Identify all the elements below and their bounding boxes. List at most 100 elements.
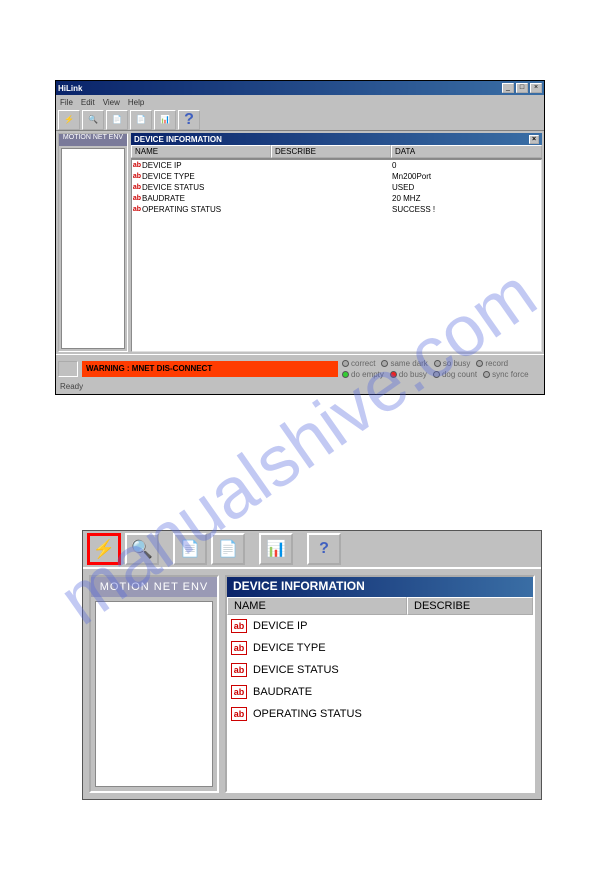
statusbar-icon <box>58 361 78 377</box>
cell-name: DEVICE STATUS <box>253 664 339 676</box>
table-row[interactable]: abBAUDRATE20 MHZ <box>132 193 541 204</box>
cell-name: DEVICE STATUS <box>142 183 272 192</box>
info-body: abDEVICE IP abDEVICE TYPE abDEVICE STATU… <box>227 615 533 791</box>
led-samedark: same dark <box>381 359 427 368</box>
device-info-panel: DEVICE INFORMATION NAME DESCRIBE abDEVIC… <box>225 575 535 793</box>
led-correct: correct <box>342 359 375 368</box>
sidebar-tree[interactable] <box>95 601 213 787</box>
help-button[interactable]: ? <box>178 110 200 130</box>
help-button[interactable]: ? <box>307 533 341 565</box>
question-icon: ? <box>319 540 329 558</box>
table-row[interactable]: abOPERATING STATUS SUCCESS ! <box>132 204 541 215</box>
table-row[interactable]: ab DEVICE IP <box>227 615 533 637</box>
led-dot-icon <box>342 371 349 378</box>
statusbar: WARNING : MNET DIS-CONNECT correct same … <box>56 354 544 382</box>
connect-button[interactable]: ⚡ <box>58 110 80 130</box>
sidebar-header: MOTION NET ENV <box>59 134 127 146</box>
app-window-top: HiLink _ □ × File Edit View Help ⚡ 🔍 📄 📄… <box>55 80 545 395</box>
search-button[interactable]: 🔍 <box>82 110 104 130</box>
magnifier-icon: 🔍 <box>88 115 98 124</box>
minimize-button[interactable]: _ <box>502 83 514 93</box>
app-window-bottom: ⚡ 🔍 📄 📄 📊 ? MOTION NET ENV DEVICE INFORM… <box>82 530 542 800</box>
col-data[interactable]: DATA <box>391 145 542 158</box>
cell-name: DEVICE IP <box>253 620 307 632</box>
question-icon: ? <box>184 111 194 129</box>
col-name[interactable]: NAME <box>227 597 407 615</box>
search-button[interactable]: 🔍 <box>125 533 159 565</box>
info-header: NAME DESCRIBE DATA <box>131 145 542 159</box>
sidebar-tree[interactable] <box>61 148 125 349</box>
cell-name: BAUDRATE <box>253 686 312 698</box>
ab-icon: ab <box>231 685 247 699</box>
tool-btn-5[interactable]: 📊 <box>259 533 293 565</box>
table-row[interactable]: abDEVICE TYPE <box>227 637 533 659</box>
col-describe[interactable]: DESCRIBE <box>271 145 391 158</box>
plug-icon: ⚡ <box>64 115 74 124</box>
cell-data: SUCCESS ! <box>392 205 435 214</box>
led-dot-icon <box>476 360 483 367</box>
titlebar[interactable]: HiLink _ □ × <box>56 81 544 95</box>
client-area: MOTION NET ENV DEVICE INFORMATION NAME D… <box>83 569 541 799</box>
ab-icon: ab <box>231 663 247 677</box>
cell-name: OPERATING STATUS <box>253 708 362 720</box>
menu-file[interactable]: File <box>60 98 73 107</box>
ab-icon: ab <box>231 707 247 721</box>
cell-name: OPERATING STATUS <box>142 205 272 214</box>
led-dot-icon <box>434 360 441 367</box>
table-row[interactable]: ab OPERATING STATUS <box>227 703 533 725</box>
cell-name: DEVICE IP <box>142 161 272 170</box>
led-record: record <box>476 359 508 368</box>
tool-btn-3[interactable]: 📄 <box>173 533 207 565</box>
device-info-panel: DEVICE INFORMATION × NAME DESCRIBE DATA … <box>131 133 542 352</box>
table-row[interactable]: ab DEVICE STATUS <box>227 659 533 681</box>
sidebar-header: MOTION NET ENV <box>91 577 217 597</box>
table-row[interactable]: abDEVICE IP 0 <box>132 160 541 171</box>
maximize-button[interactable]: □ <box>516 83 528 93</box>
info-header: NAME DESCRIBE <box>227 597 533 615</box>
table-row[interactable]: abDEVICE TYPEMn200Port <box>132 171 541 182</box>
menubar: File Edit View Help <box>56 95 544 109</box>
doc-icon: 📄 <box>112 115 122 124</box>
doc2-icon: 📄 <box>218 539 238 559</box>
led-dot-icon <box>433 371 440 378</box>
magnifier-icon: 🔍 <box>131 539 153 560</box>
ab-icon: ab <box>132 184 142 191</box>
led-dot-icon <box>342 360 349 367</box>
info-close-button[interactable]: × <box>529 135 539 144</box>
info-titlebar[interactable]: DEVICE INFORMATION <box>227 577 533 597</box>
ab-icon: ab <box>132 162 142 169</box>
tool-btn-3[interactable]: 📄 <box>106 110 128 130</box>
col-describe[interactable]: DESCRIBE <box>407 597 533 615</box>
ab-icon: ab <box>231 619 247 633</box>
tool-btn-4[interactable]: 📄 <box>130 110 152 130</box>
info-titlebar[interactable]: DEVICE INFORMATION × <box>131 133 542 145</box>
ab-icon: ab <box>132 195 142 202</box>
status-ready: Ready <box>56 382 544 394</box>
tool-btn-4[interactable]: 📄 <box>211 533 245 565</box>
toolbar: ⚡ 🔍 📄 📄 📊 ? <box>83 531 541 569</box>
table-row[interactable]: ab BAUDRATE <box>227 681 533 703</box>
bars-icon: 📊 <box>266 539 286 559</box>
menu-help[interactable]: Help <box>128 98 144 107</box>
bars-icon: 📊 <box>160 115 170 124</box>
sidebar: MOTION NET ENV <box>58 133 128 352</box>
cell-name: DEVICE TYPE <box>142 172 272 181</box>
led-dogcount: dog count <box>433 370 477 379</box>
doc2-icon: 📄 <box>136 115 146 124</box>
ab-icon: ab <box>132 173 142 180</box>
cell-name: DEVICE TYPE <box>253 642 326 654</box>
tool-btn-5[interactable]: 📊 <box>154 110 176 130</box>
close-button[interactable]: × <box>530 83 542 93</box>
status-warning: WARNING : MNET DIS-CONNECT <box>82 361 338 377</box>
client-area: MOTION NET ENV DEVICE INFORMATION × NAME… <box>56 131 544 354</box>
menu-view[interactable]: View <box>103 98 120 107</box>
col-name[interactable]: NAME <box>131 145 271 158</box>
connect-button[interactable]: ⚡ <box>87 533 121 565</box>
sidebar: MOTION NET ENV <box>89 575 219 793</box>
menu-edit[interactable]: Edit <box>81 98 95 107</box>
cell-data: 0 <box>392 161 396 170</box>
toolbar: ⚡ 🔍 📄 📄 📊 ? <box>56 109 544 131</box>
table-row[interactable]: abDEVICE STATUSUSED <box>132 182 541 193</box>
led-busy: so busy <box>434 359 471 368</box>
ab-icon: ab <box>132 206 142 213</box>
